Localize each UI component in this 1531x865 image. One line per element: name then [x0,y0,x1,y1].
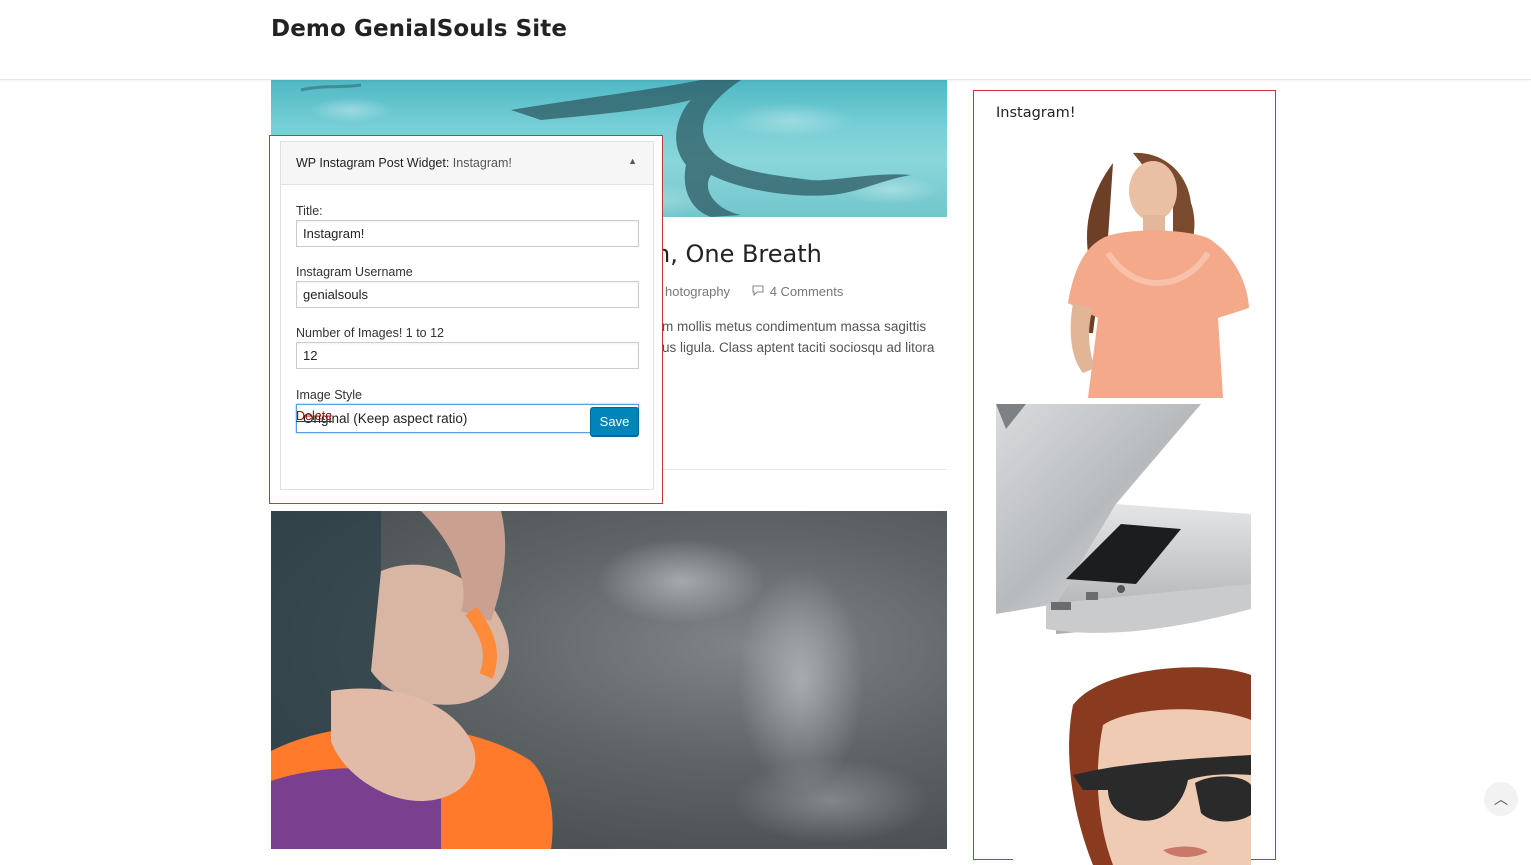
hands-tying-shoe [271,511,553,849]
instagram-widget-form: WP Instagram Post Widget: Instagram! ▲ T… [280,141,654,490]
widget-header[interactable]: WP Instagram Post Widget: Instagram! ▲ [281,142,653,185]
widget-name: WP Instagram Post Widget: Instagram! [296,156,512,170]
save-button[interactable]: Save [590,407,639,436]
widget-instance-title: Instagram! [452,156,512,170]
instagram-image-woman-sunglasses[interactable] [1013,665,1251,865]
title-label: Title: [296,204,323,218]
title-field-group: Title: Instagram! [296,204,639,247]
site-header: Demo GenialSouls Site [0,0,1531,80]
style-field-group: Image Style Original (Keep aspect ratio)… [296,388,639,433]
post-excerpt: m mollis metus condimentum massa sagitti… [662,316,948,358]
post-divider [662,469,947,470]
style-label: Image Style [296,388,363,402]
username-field-group: Instagram Username genialsouls [296,265,639,308]
comment-icon [752,284,764,299]
image-count-input[interactable]: 12 [296,342,639,369]
back-to-top-button[interactable]: ︿ [1484,782,1518,816]
count-label: Number of Images! 1 to 12 [296,326,444,340]
username-input[interactable]: genialsouls [296,281,639,308]
delete-link[interactable]: Delete [296,409,332,423]
post-featured-image-running-shoe[interactable] [271,511,947,849]
excerpt-line: us ligula. Class aptent taciti sociosqu … [662,340,935,355]
collapse-arrow-icon[interactable]: ▲ [628,156,637,166]
excerpt-line: m mollis metus condimentum massa sagitti… [662,319,927,334]
sidebar-widget-title: Instagram! [996,105,1076,121]
site-title[interactable]: Demo GenialSouls Site [271,16,567,42]
widget-type-label: WP Instagram Post Widget: [296,156,450,170]
title-input[interactable]: Instagram! [296,220,639,247]
image-style-select[interactable]: Original (Keep aspect ratio) ▼ [296,404,639,433]
username-label: Instagram Username [296,265,413,279]
post-comments[interactable]: 4 Comments [752,284,844,299]
comments-count: 4 Comments [769,284,844,299]
post-category[interactable]: hotography [665,284,730,299]
sidebar-instagram-widget: Instagram! [973,90,1276,865]
instagram-image-woman-blouse[interactable] [1013,143,1251,398]
post-meta: hotography 4 Comments [665,284,843,299]
count-field-group: Number of Images! 1 to 12 12 [296,326,639,369]
widget-editor-highlight: WP Instagram Post Widget: Instagram! ▲ T… [269,135,663,504]
post-title[interactable]: n, One Breath [655,240,822,268]
instagram-image-laptop[interactable] [996,404,1251,660]
